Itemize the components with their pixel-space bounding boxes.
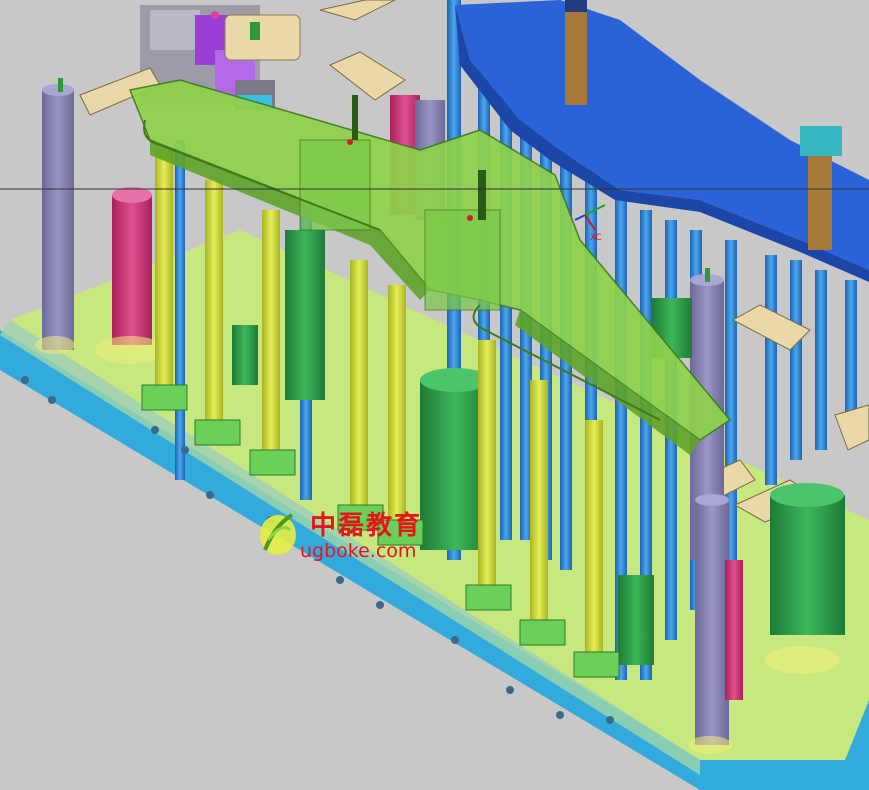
- watermark-logo-icon: [260, 513, 296, 555]
- triad-label: XC: [590, 233, 602, 243]
- watermark-chinese-text: 中磊教育: [310, 511, 423, 541]
- fixture-model-render: [0, 0, 869, 790]
- cad-viewport[interactable]: XC 中磊教育 ugboke.com: [0, 0, 869, 790]
- watermark-url-text: ugboke.com: [300, 540, 417, 562]
